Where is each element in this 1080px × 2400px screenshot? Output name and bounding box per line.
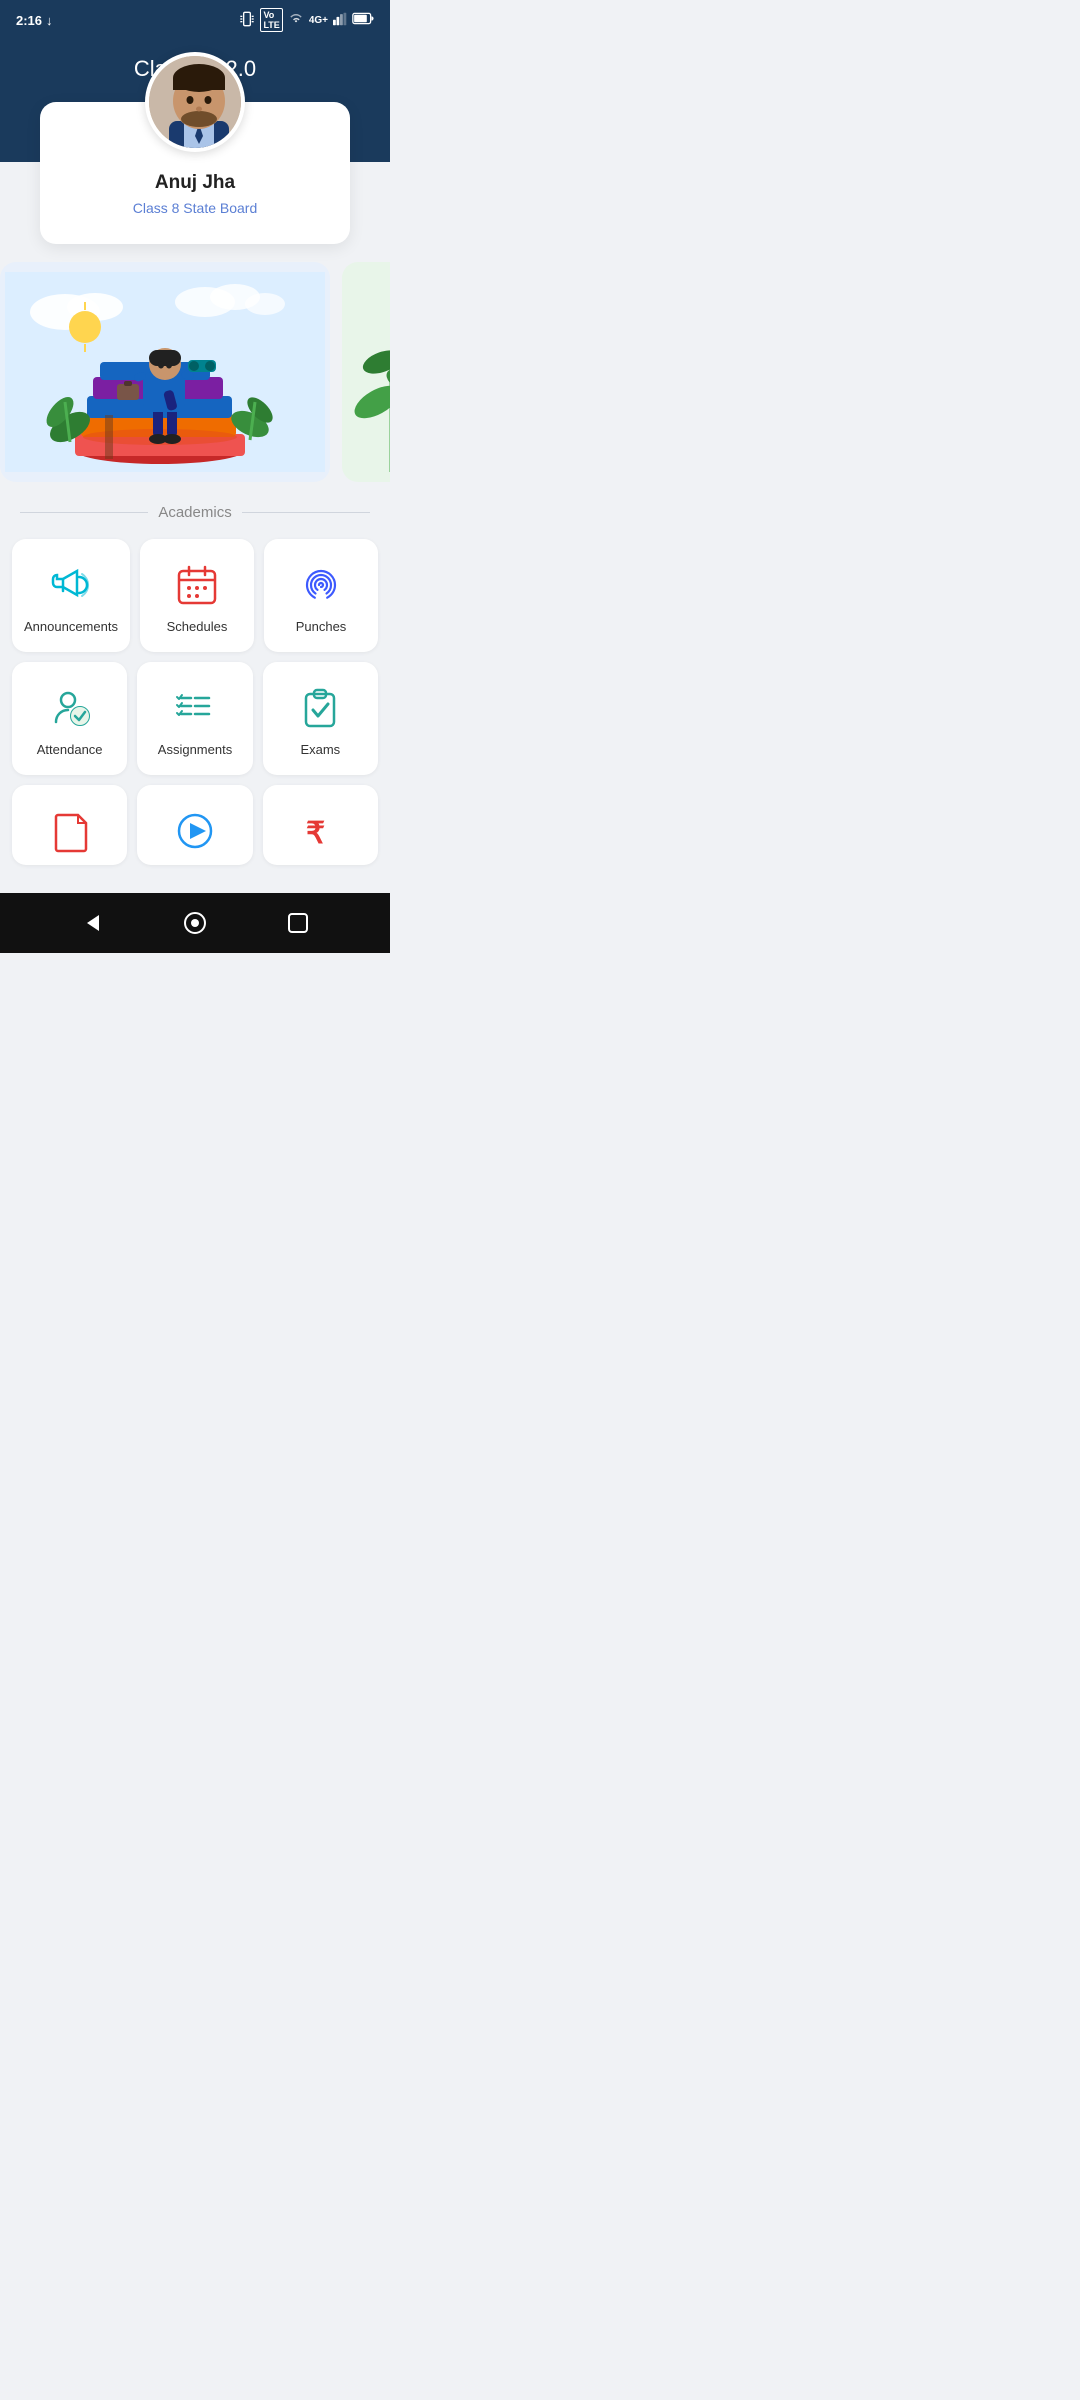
status-left: 2:16 ↓ <box>16 13 53 28</box>
assignments-label: Assignments <box>158 742 232 757</box>
announcements-icon <box>49 563 93 607</box>
grid-item-announcements[interactable]: Announcements <box>12 539 130 652</box>
schedules-icon <box>175 563 219 607</box>
carousel-wrapper <box>0 262 390 482</box>
home-button[interactable] <box>179 907 211 939</box>
time-display: 2:16 <box>16 13 42 28</box>
announcements-label: Announcements <box>24 619 118 634</box>
profile-card: Anuj Jha Class 8 State Board <box>40 102 350 244</box>
status-right: VoLTE 4G+ <box>239 8 374 32</box>
notes-icon <box>48 809 92 853</box>
academics-title: Academics <box>158 504 231 521</box>
exams-icon <box>298 686 342 730</box>
volte-badge: VoLTE <box>260 8 282 32</box>
carousel-card-2[interactable] <box>342 262 390 482</box>
attendance-icon <box>48 686 92 730</box>
grid-item-punches[interactable]: Punches <box>264 539 378 652</box>
illustration-1 <box>0 262 330 482</box>
grid-item-schedules[interactable]: Schedules <box>140 539 254 652</box>
schedules-label: Schedules <box>167 619 228 634</box>
grid-row-2: Attendance Assignments <box>12 662 378 775</box>
carousel-card-1[interactable] <box>0 262 330 482</box>
banner-carousel[interactable] <box>0 262 390 482</box>
grid-item-exams[interactable]: Exams <box>263 662 378 775</box>
battery-icon <box>352 12 374 28</box>
assignments-icon <box>173 686 217 730</box>
grid-item-notes[interactable] <box>12 785 127 865</box>
download-icon: ↓ <box>46 13 53 28</box>
section-line-right <box>242 512 370 513</box>
grid-item-attendance[interactable]: Attendance <box>12 662 127 775</box>
section-line-left <box>20 512 148 513</box>
academics-grid: Announcements Schedules <box>0 531 390 883</box>
punches-icon <box>299 563 343 607</box>
wifi-icon <box>288 13 304 28</box>
signal-icon <box>333 12 347 29</box>
academics-section-header: Academics <box>0 482 390 531</box>
back-button[interactable] <box>76 907 108 939</box>
user-name: Anuj Jha <box>60 172 330 194</box>
recents-button[interactable] <box>282 907 314 939</box>
network-4g: 4G+ <box>309 15 328 26</box>
avatar <box>145 52 245 152</box>
videos-icon <box>173 809 217 853</box>
bottom-navigation <box>0 893 390 953</box>
grid-item-videos[interactable] <box>137 785 252 865</box>
grid-row-1: Announcements Schedules <box>12 539 378 652</box>
grid-item-assignments[interactable]: Assignments <box>137 662 252 775</box>
attendance-label: Attendance <box>37 742 103 757</box>
fees-icon: ₹ <box>298 809 342 853</box>
grid-item-fees[interactable]: ₹ <box>263 785 378 865</box>
vibrate-icon <box>239 11 255 30</box>
punches-label: Punches <box>296 619 347 634</box>
exams-label: Exams <box>300 742 340 757</box>
svg-text:₹: ₹ <box>306 817 325 850</box>
user-class: Class 8 State Board <box>60 200 330 216</box>
status-bar: 2:16 ↓ VoLTE 4G+ <box>0 0 390 40</box>
grid-row-3: ₹ <box>12 785 378 865</box>
